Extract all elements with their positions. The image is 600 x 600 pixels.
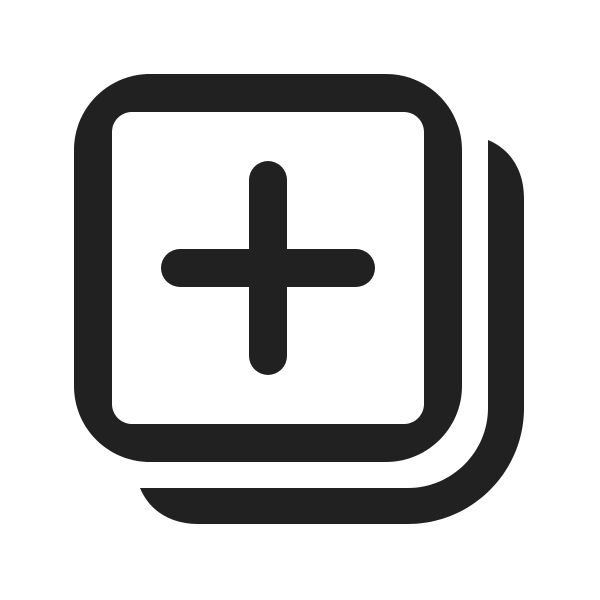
icon-canvas — [0, 0, 600, 600]
back-square-shape — [140, 140, 524, 524]
add-square-multiple-icon — [74, 74, 524, 524]
